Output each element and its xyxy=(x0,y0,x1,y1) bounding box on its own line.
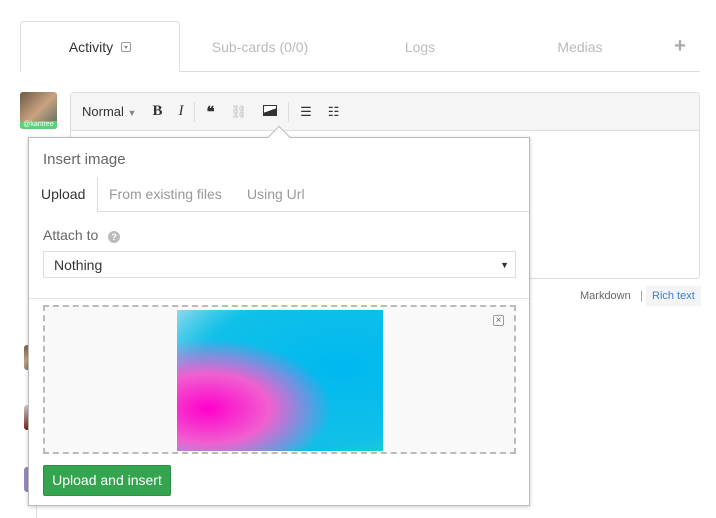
avatar-handle: @kantree xyxy=(20,121,57,129)
avatar: @kantree xyxy=(20,92,57,129)
bold-button[interactable]: B xyxy=(152,103,162,120)
editor-toolbar: Normal ▼ B I ❝ ⛓ ☰ ☷ xyxy=(71,93,699,131)
timeline-line xyxy=(36,505,37,518)
format-select[interactable]: Normal ▼ xyxy=(82,104,136,119)
toolbar-separator xyxy=(288,101,290,122)
add-tab-button[interactable]: + xyxy=(668,21,692,72)
dropdown-icon[interactable] xyxy=(121,42,132,52)
chevron-down-icon: ▼ xyxy=(500,260,509,270)
help-icon[interactable]: ? xyxy=(108,231,121,243)
tab-divider xyxy=(179,71,700,72)
tab-upload[interactable]: Upload xyxy=(29,177,98,213)
image-icon[interactable] xyxy=(263,104,278,119)
numbered-list-icon[interactable]: ☷ xyxy=(328,104,340,120)
divider xyxy=(29,298,529,299)
attach-to-label: Attach to ? xyxy=(43,227,121,243)
popup-title: Insert image xyxy=(43,151,126,168)
tab-logs[interactable]: Logs xyxy=(340,21,500,72)
upload-and-insert-button[interactable]: Upload and insert xyxy=(43,465,171,496)
markdown-mode-link[interactable]: Markdown xyxy=(580,290,631,302)
link-icon[interactable]: ⛓ xyxy=(231,104,248,120)
rich-text-mode-link[interactable]: Rich text xyxy=(646,286,701,306)
tab-using-url[interactable]: Using Url xyxy=(247,177,305,212)
tab-medias[interactable]: Medias xyxy=(500,21,660,72)
remove-image-icon[interactable]: × xyxy=(493,315,504,326)
image-preview xyxy=(177,310,383,451)
popup-tabs: Upload From existing files Using Url xyxy=(29,177,529,213)
bullet-list-icon[interactable]: ☰ xyxy=(300,104,312,120)
mode-separator: | xyxy=(640,290,643,302)
attach-to-select[interactable]: Nothing ▼ xyxy=(43,251,516,278)
image-dropzone[interactable]: × xyxy=(43,305,516,454)
tab-label: Activity xyxy=(68,39,114,55)
italic-button[interactable]: I xyxy=(178,103,183,120)
tab-subcards[interactable]: Sub-cards (0/0) xyxy=(180,21,340,72)
insert-image-popup: Insert image Upload From existing files … xyxy=(28,125,530,506)
tab-existing-files[interactable]: From existing files xyxy=(109,177,222,212)
toolbar-separator xyxy=(194,101,196,122)
tab-activity[interactable]: Activity xyxy=(20,21,180,72)
quote-icon[interactable]: ❝ xyxy=(206,103,214,121)
